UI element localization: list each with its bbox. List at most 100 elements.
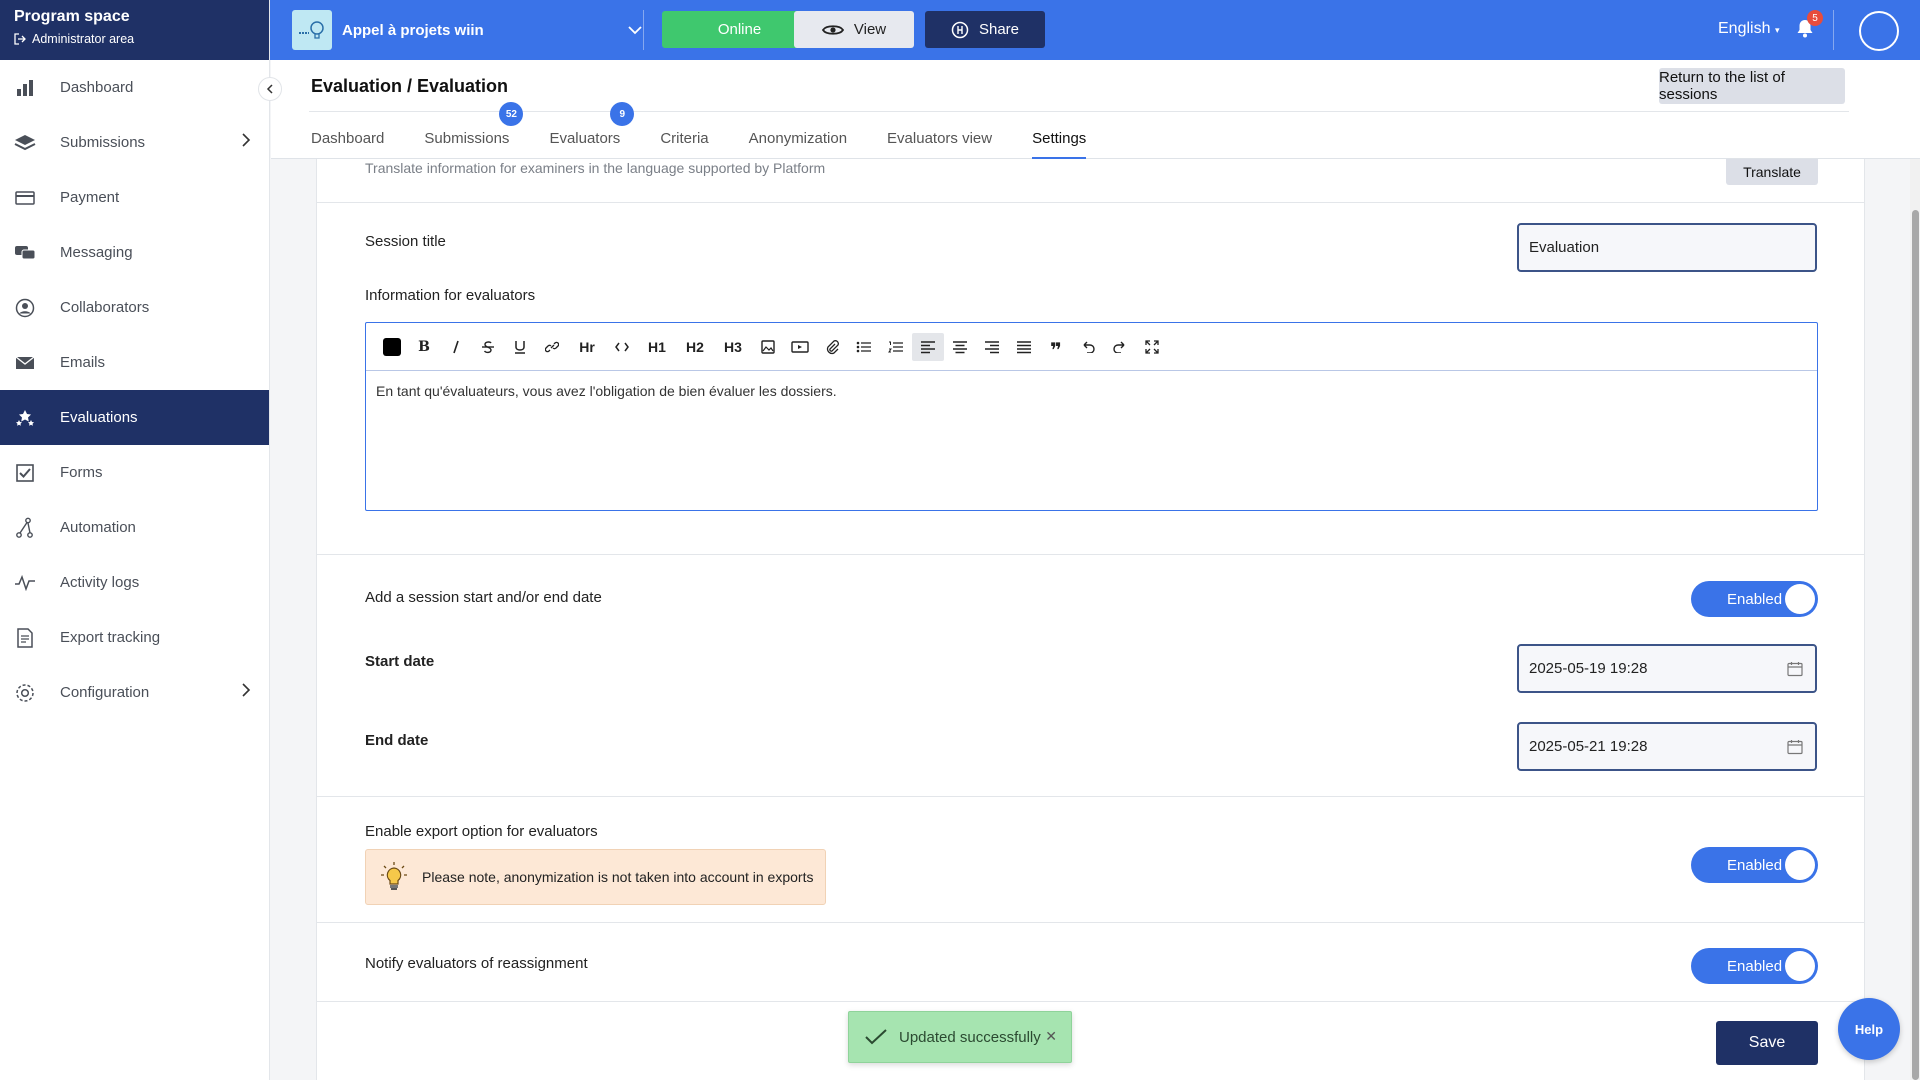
language-selector[interactable]: English ▾ xyxy=(1718,20,1779,38)
toggle-label: Enabled xyxy=(1727,856,1783,874)
tab-evaluators[interactable]: Evaluators 9 xyxy=(549,102,635,159)
sidebar-item-emails[interactable]: Emails xyxy=(0,335,269,390)
toggle-label: Enabled xyxy=(1727,590,1783,608)
editor-content[interactable]: En tant qu'évaluateurs, vous avez l'obli… xyxy=(366,371,1817,411)
align-center-button[interactable] xyxy=(944,333,976,361)
notify-reassignment-toggle[interactable]: Enabled xyxy=(1691,948,1818,984)
tab-label: Settings xyxy=(1032,130,1087,147)
program-selector[interactable]: Appel à projets wiin xyxy=(292,10,642,50)
sidebar-item-collaborators[interactable]: Collaborators xyxy=(0,280,269,335)
info-for-evaluators-label: Information for evaluators xyxy=(365,287,536,304)
calendar-icon[interactable] xyxy=(1787,739,1803,759)
chevron-right-icon xyxy=(241,683,251,701)
heading-3-button[interactable]: H3 xyxy=(714,333,752,361)
sidebar-collapse-button[interactable] xyxy=(258,77,282,101)
align-justify-button[interactable] xyxy=(1008,333,1040,361)
close-icon[interactable]: ✕ xyxy=(1045,1028,1057,1045)
session-date-toggle[interactable]: Enabled xyxy=(1691,581,1818,617)
quote-icon: ❞ xyxy=(1050,339,1062,362)
divider xyxy=(1833,10,1834,50)
rich-text-editor[interactable]: B Hr H1 H2 H3 ❞ En tant qu'évaluateurs, … xyxy=(365,322,1818,511)
sidebar-item-payment[interactable]: Payment xyxy=(0,170,269,225)
align-right-button[interactable] xyxy=(976,333,1008,361)
translate-button[interactable]: Translate xyxy=(1726,159,1818,185)
horizontal-rule-button[interactable]: Hr xyxy=(568,333,606,361)
quote-button[interactable]: ❞ xyxy=(1040,333,1072,361)
video-button[interactable] xyxy=(784,333,816,361)
return-to-sessions-button[interactable]: Return to the list of sessions xyxy=(1659,68,1845,104)
numbered-list-button[interactable] xyxy=(880,333,912,361)
fullscreen-button[interactable] xyxy=(1136,333,1168,361)
undo-button[interactable] xyxy=(1072,333,1104,361)
sidebar-item-configuration[interactable]: Configuration xyxy=(0,665,269,720)
tab-label: Criteria xyxy=(660,130,709,147)
help-button[interactable]: Help xyxy=(1838,998,1900,1060)
attachment-button[interactable] xyxy=(816,333,848,361)
sidebar-item-label: Forms xyxy=(60,464,103,481)
export-option-label: Enable export option for evaluators xyxy=(365,823,598,840)
tab-evaluators-view[interactable]: Evaluators view xyxy=(887,130,992,159)
avatar[interactable] xyxy=(1859,11,1899,51)
italic-button[interactable] xyxy=(440,333,472,361)
tab-anonymization[interactable]: Anonymization xyxy=(749,130,847,159)
sidebar: Program space Administrator area Dashboa… xyxy=(0,0,270,1080)
sidebar-item-dashboard[interactable]: Dashboard xyxy=(0,60,269,115)
underline-button[interactable] xyxy=(504,333,536,361)
underline-icon xyxy=(515,340,525,354)
sidebar-item-messaging[interactable]: Messaging xyxy=(0,225,269,280)
sidebar-item-submissions[interactable]: Submissions xyxy=(0,115,269,170)
program-logo xyxy=(292,10,332,50)
redo-button[interactable] xyxy=(1104,333,1136,361)
share-button[interactable]: Share xyxy=(925,11,1045,48)
sidebar-item-evaluations[interactable]: Evaluations xyxy=(0,390,269,445)
toggle-knob xyxy=(1785,951,1815,981)
sidebar-item-label: Collaborators xyxy=(60,299,150,316)
layers-icon xyxy=(14,132,36,154)
heading-2-button[interactable]: H2 xyxy=(676,333,714,361)
bold-button[interactable]: B xyxy=(408,333,440,361)
heading-1-button[interactable]: H1 xyxy=(638,333,676,361)
export-option-toggle[interactable]: Enabled xyxy=(1691,847,1818,883)
tab-criteria[interactable]: Criteria xyxy=(660,130,708,159)
h3-label: H3 xyxy=(724,338,742,355)
checkmark-icon xyxy=(865,1029,887,1045)
session-date-toggle-label: Add a session start and/or end date xyxy=(365,589,602,606)
view-button[interactable]: View xyxy=(794,11,914,48)
fullscreen-icon xyxy=(1145,339,1159,354)
scrollbar-thumb[interactable] xyxy=(1912,210,1919,1080)
calendar-icon[interactable] xyxy=(1787,661,1803,681)
save-label: Save xyxy=(1748,1034,1786,1051)
divider xyxy=(317,922,1864,923)
page-header: Evaluation / Evaluation Return to the li… xyxy=(271,60,1920,159)
align-left-button[interactable] xyxy=(912,332,944,361)
tab-submissions[interactable]: Submissions 52 xyxy=(424,102,524,159)
bullet-list-icon xyxy=(856,341,871,352)
sidebar-item-activity-logs[interactable]: Activity logs xyxy=(0,555,269,610)
toast-message: Updated successfully xyxy=(899,1028,1041,1046)
bullet-list-button[interactable] xyxy=(848,333,880,361)
tab-label: Dashboard xyxy=(311,130,385,147)
sidebar-item-automation[interactable]: Automation xyxy=(0,500,269,555)
administrator-area-link[interactable]: Administrator area xyxy=(14,28,255,50)
h2-label: H2 xyxy=(686,338,704,355)
text-color-button[interactable] xyxy=(376,333,408,361)
editor-toolbar: B Hr H1 H2 H3 ❞ xyxy=(366,323,1817,371)
start-date-input[interactable]: 2025-05-19 19:28 xyxy=(1517,644,1817,693)
save-button[interactable]: Save xyxy=(1716,1021,1818,1065)
strikethrough-button[interactable] xyxy=(472,333,504,361)
tab-settings[interactable]: Settings xyxy=(1032,130,1087,159)
note-text: Please note, anonymization is not taken … xyxy=(422,869,814,885)
sidebar-item-export-tracking[interactable]: Export tracking xyxy=(0,610,269,665)
online-label: Online xyxy=(717,21,762,38)
image-button[interactable] xyxy=(752,333,784,361)
code-button[interactable] xyxy=(606,333,638,361)
translate-info-text: Translate information for examiners in t… xyxy=(365,160,826,176)
sidebar-item-forms[interactable]: Forms xyxy=(0,445,269,500)
end-date-input[interactable]: 2025-05-21 19:28 xyxy=(1517,722,1817,771)
toggle-knob xyxy=(1785,850,1815,880)
tab-dashboard[interactable]: Dashboard xyxy=(311,130,384,159)
link-button[interactable] xyxy=(536,333,568,361)
toggle-label: Enabled xyxy=(1727,957,1783,975)
count-badge: 9 xyxy=(610,102,635,126)
session-title-input[interactable]: Evaluation xyxy=(1517,223,1817,272)
